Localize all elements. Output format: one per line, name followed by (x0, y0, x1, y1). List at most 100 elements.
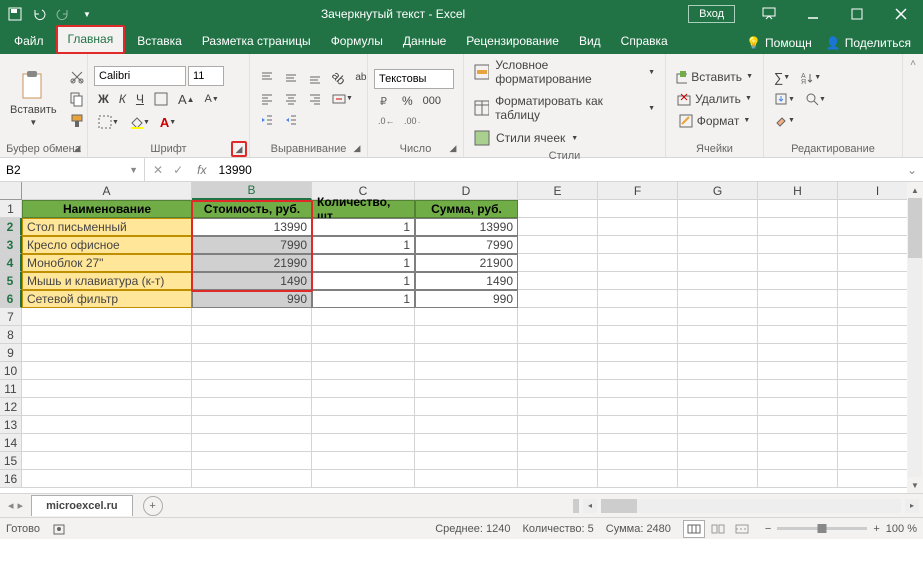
cell-F7[interactable] (598, 308, 678, 326)
cell-B7[interactable] (192, 308, 312, 326)
accounting-button[interactable]: ₽ (374, 92, 396, 110)
cell-G14[interactable] (678, 434, 758, 452)
cell-D5[interactable]: 1490 (415, 272, 518, 290)
cell-H16[interactable] (758, 470, 838, 488)
cell-C16[interactable] (312, 470, 415, 488)
font-size-input[interactable] (188, 66, 224, 86)
cell-E1[interactable] (518, 200, 598, 218)
cell-C10[interactable] (312, 362, 415, 380)
cell-D11[interactable] (415, 380, 518, 398)
number-launcher[interactable]: ◢ (447, 143, 459, 155)
cell-B14[interactable] (192, 434, 312, 452)
row-header-12[interactable]: 12 (0, 398, 22, 416)
cell-F16[interactable] (598, 470, 678, 488)
cell-E10[interactable] (518, 362, 598, 380)
col-header-E[interactable]: E (518, 182, 598, 200)
row-header-16[interactable]: 16 (0, 470, 22, 488)
cell-C8[interactable] (312, 326, 415, 344)
col-header-A[interactable]: A (22, 182, 192, 200)
cell-F10[interactable] (598, 362, 678, 380)
cell-H5[interactable] (758, 272, 838, 290)
zoom-level[interactable]: 100 % (886, 523, 917, 535)
col-header-G[interactable]: G (678, 182, 758, 200)
row-header-5[interactable]: 5 (0, 272, 22, 290)
insert-function-button[interactable]: fx (191, 163, 212, 177)
cell-C2[interactable]: 1 (312, 218, 415, 236)
cell-A7[interactable] (22, 308, 192, 326)
zoom-slider-thumb[interactable] (818, 524, 827, 533)
merge-button[interactable]: ▼ (328, 90, 357, 108)
cell-B8[interactable] (192, 326, 312, 344)
zoom-out-button[interactable]: − (765, 523, 771, 535)
cell-I8[interactable] (838, 326, 918, 344)
align-center-button[interactable] (280, 90, 302, 108)
cell-H8[interactable] (758, 326, 838, 344)
cell-H9[interactable] (758, 344, 838, 362)
cell-A8[interactable] (22, 326, 192, 344)
cell-E6[interactable] (518, 290, 598, 308)
collapse-ribbon-icon[interactable]: ˄ (910, 58, 916, 69)
cell-styles-button[interactable]: Стили ячеек▼ (470, 128, 659, 148)
cell-I12[interactable] (838, 398, 918, 416)
cell-H6[interactable] (758, 290, 838, 308)
v-scrollbar-thumb[interactable] (908, 198, 922, 258)
cell-F11[interactable] (598, 380, 678, 398)
orientation-button[interactable]: ab (328, 69, 349, 87)
decrease-decimal-button[interactable]: .00→ (400, 113, 424, 129)
cell-D9[interactable] (415, 344, 518, 362)
row-header-8[interactable]: 8 (0, 326, 22, 344)
cell-B6[interactable]: 990 (192, 290, 312, 308)
cell-D7[interactable] (415, 308, 518, 326)
grow-font-button[interactable]: A▲ (174, 90, 199, 109)
cell-I5[interactable] (838, 272, 918, 290)
cell-D12[interactable] (415, 398, 518, 416)
cell-F12[interactable] (598, 398, 678, 416)
cell-A16[interactable] (22, 470, 192, 488)
redo-icon[interactable] (52, 3, 74, 25)
cell-D4[interactable]: 21900 (415, 254, 518, 272)
cell-I10[interactable] (838, 362, 918, 380)
cell-I16[interactable] (838, 470, 918, 488)
format-painter-button[interactable] (65, 111, 89, 131)
row-header-10[interactable]: 10 (0, 362, 22, 380)
login-button[interactable]: Вход (688, 5, 735, 23)
cell-E11[interactable] (518, 380, 598, 398)
tab-layout[interactable]: Разметка страницы (192, 29, 321, 54)
cell-I11[interactable] (838, 380, 918, 398)
cut-button[interactable] (65, 67, 89, 87)
name-box-input[interactable] (6, 163, 129, 177)
sheet-tab-active[interactable]: microexcel.ru (31, 495, 133, 516)
align-right-button[interactable] (304, 90, 326, 108)
align-left-button[interactable] (256, 90, 278, 108)
scroll-down-button[interactable]: ▼ (907, 477, 923, 493)
sort-button[interactable]: AЯ▼ (796, 69, 825, 87)
cell-C12[interactable] (312, 398, 415, 416)
cell-F9[interactable] (598, 344, 678, 362)
cell-H14[interactable] (758, 434, 838, 452)
expand-formula-bar[interactable]: ⌄ (901, 163, 923, 177)
delete-cells-button[interactable]: Удалить▼ (672, 90, 757, 108)
cell-D15[interactable] (415, 452, 518, 470)
cell-A9[interactable] (22, 344, 192, 362)
cell-G15[interactable] (678, 452, 758, 470)
tab-help[interactable]: Справка (611, 29, 678, 54)
cell-C11[interactable] (312, 380, 415, 398)
cell-A5[interactable]: Мышь и клавиатура (к-т) (22, 272, 192, 290)
cell-H1[interactable] (758, 200, 838, 218)
insert-cells-button[interactable]: Вставить▼ (672, 68, 757, 86)
cell-B2[interactable]: 13990 (192, 218, 312, 236)
cell-H7[interactable] (758, 308, 838, 326)
cell-B3[interactable]: 7990 (192, 236, 312, 254)
cell-E4[interactable] (518, 254, 598, 272)
cell-E8[interactable] (518, 326, 598, 344)
cell-I1[interactable] (838, 200, 918, 218)
cell-I7[interactable] (838, 308, 918, 326)
cell-C5[interactable]: 1 (312, 272, 415, 290)
minimize-icon[interactable] (791, 0, 835, 28)
cell-A6[interactable]: Сетевой фильтр (22, 290, 192, 308)
qat-dropdown-icon[interactable]: ▼ (76, 3, 98, 25)
border-dropdown[interactable]: ▼ (94, 113, 123, 131)
cell-A3[interactable]: Кресло офисное (22, 236, 192, 254)
cell-I2[interactable] (838, 218, 918, 236)
cell-E15[interactable] (518, 452, 598, 470)
